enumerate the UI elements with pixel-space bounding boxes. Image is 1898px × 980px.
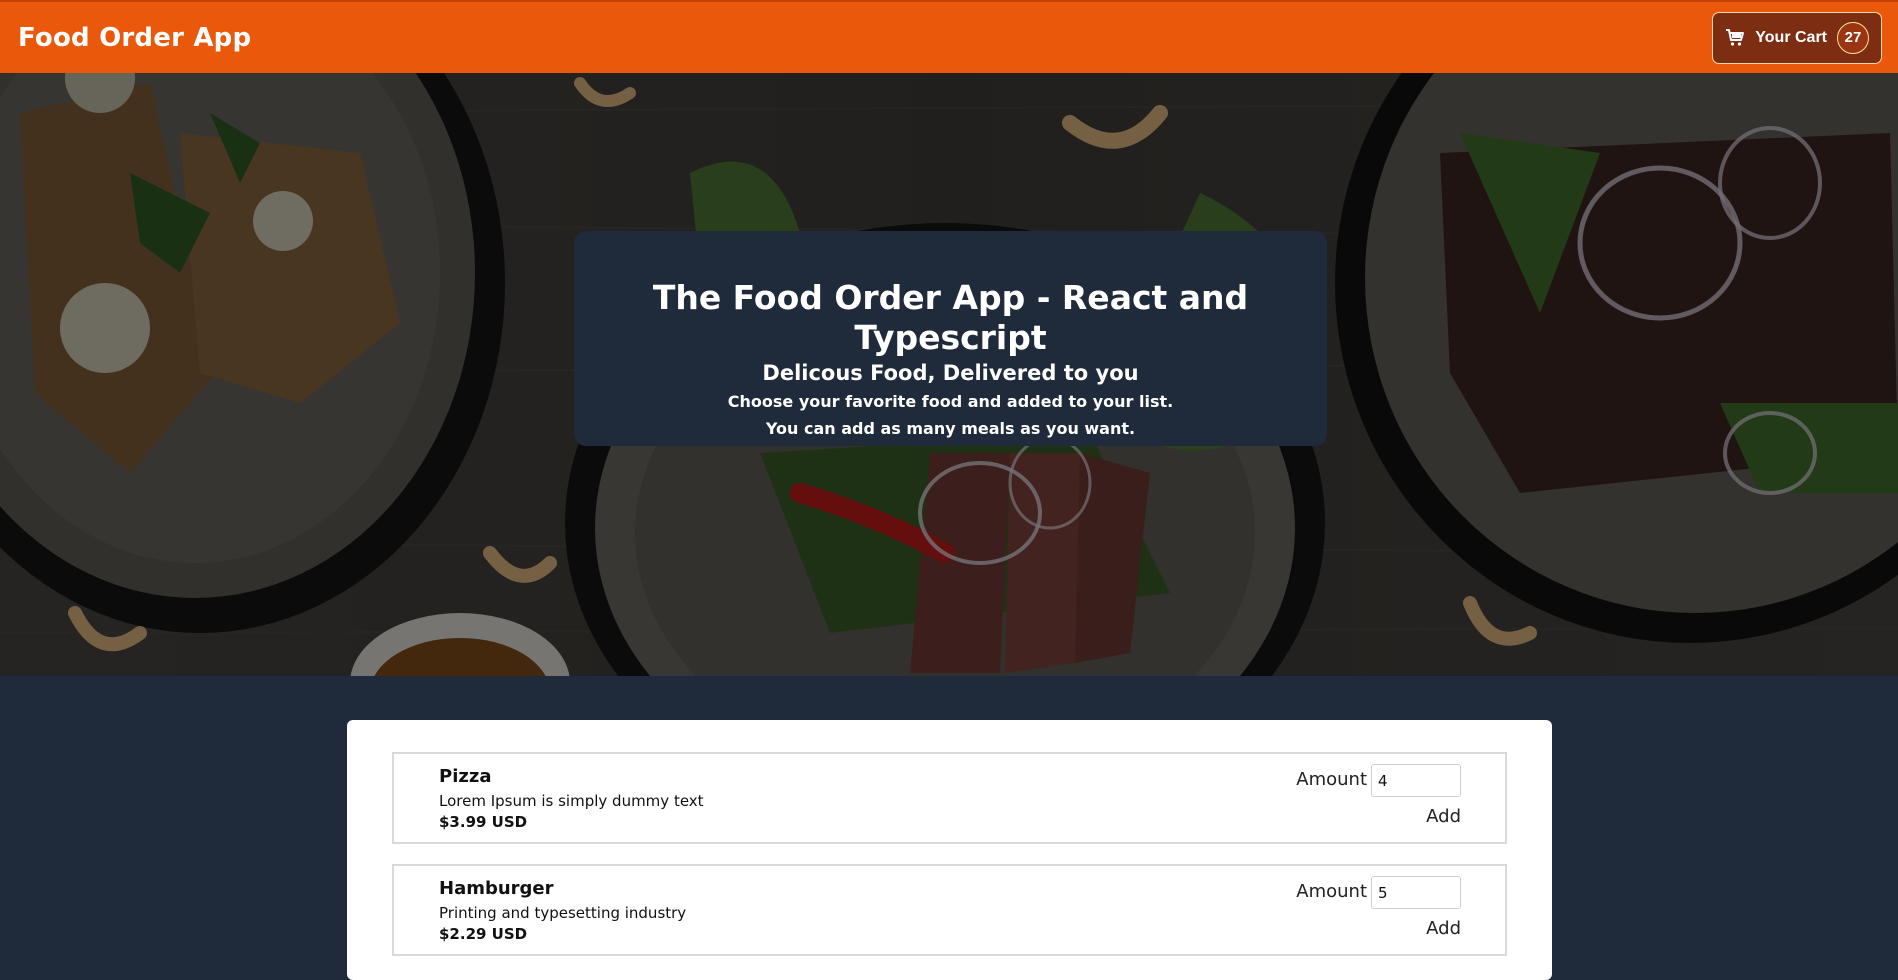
amount-input[interactable] <box>1371 876 1461 909</box>
meal-description: Lorem Ipsum is simply dummy text <box>439 792 704 810</box>
meal-price: $2.29 USD <box>439 925 528 943</box>
cart-label: Your Cart <box>1755 28 1827 46</box>
summary-subtitle: Delicous Food, Delivered to you <box>762 361 1139 385</box>
cart-count-badge: 27 <box>1837 21 1869 54</box>
app-title: Food Order App <box>18 22 252 53</box>
meal-item-hamburger: Hamburger Printing and typesetting indus… <box>392 864 1507 956</box>
meal-price: $3.99 USD <box>439 813 528 831</box>
meal-name: Hamburger <box>439 878 554 899</box>
summary-text-1: Choose your favorite food and added to y… <box>727 392 1174 411</box>
summary-title: The Food Order App - React and Typescrip… <box>652 278 1249 357</box>
meal-name: Pizza <box>439 766 492 787</box>
cart-button[interactable]: Your Cart 27 <box>1712 11 1882 64</box>
add-button[interactable]: Add <box>1426 918 1461 939</box>
summary-panel: The Food Order App - React and Typescrip… <box>574 231 1327 446</box>
meals-list: Pizza Lorem Ipsum is simply dummy text $… <box>347 720 1552 980</box>
meal-item-pizza: Pizza Lorem Ipsum is simply dummy text $… <box>392 752 1507 844</box>
shopping-cart-icon <box>1725 28 1745 48</box>
add-button[interactable]: Add <box>1426 806 1461 827</box>
amount-input[interactable] <box>1371 764 1461 797</box>
meal-description: Printing and typesetting industry <box>439 904 687 922</box>
amount-label: Amount <box>1296 769 1367 790</box>
amount-label: Amount <box>1296 881 1367 902</box>
summary-text-2: You can add as many meals as you want. <box>765 419 1136 438</box>
app-header: Food Order App Your Cart 27 <box>0 0 1898 73</box>
